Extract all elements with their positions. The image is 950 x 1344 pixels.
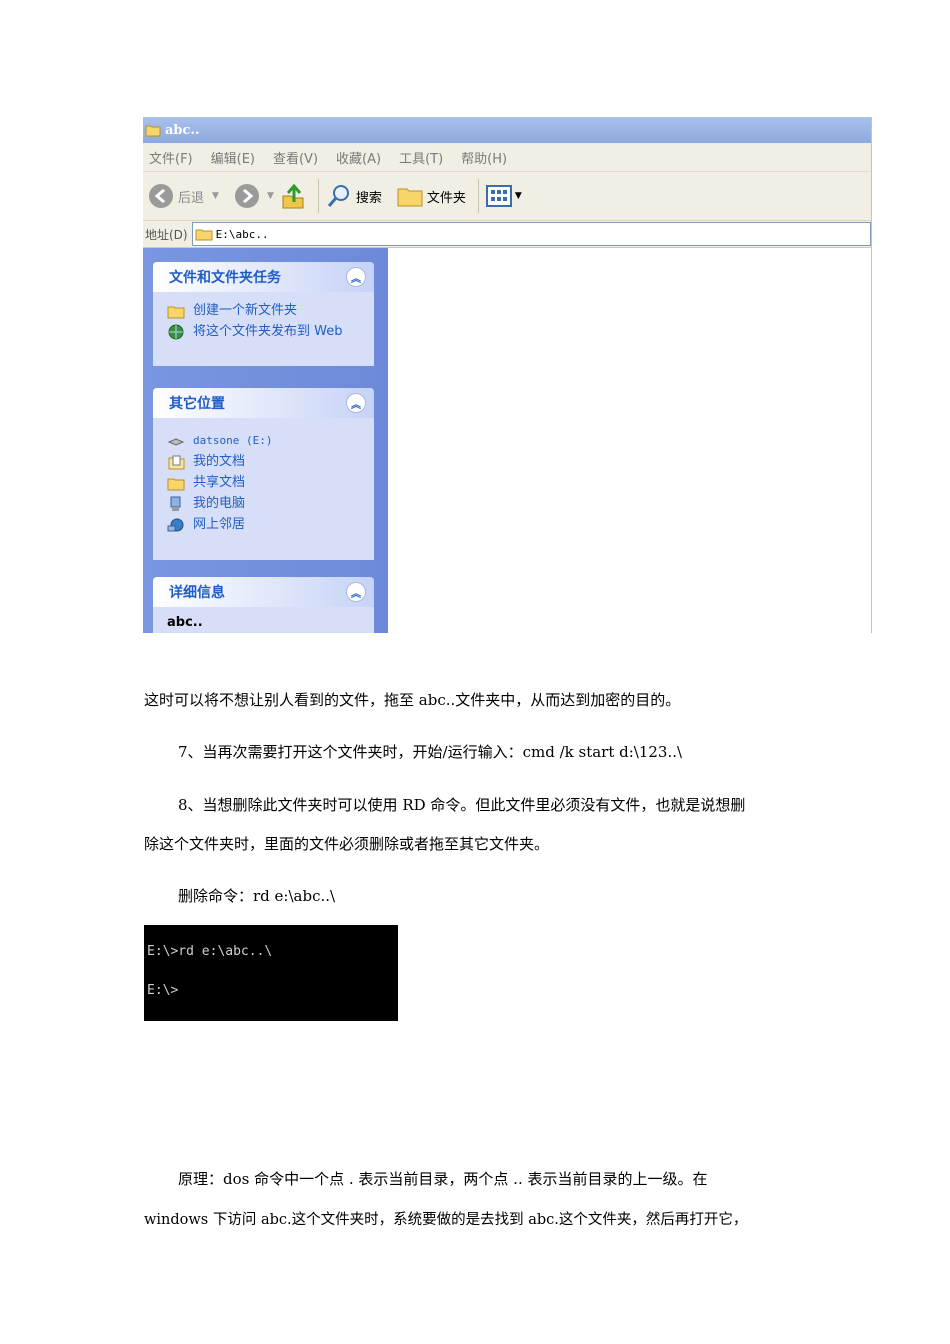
search-button[interactable]: 搜索 (325, 182, 382, 210)
up-button[interactable] (280, 182, 306, 210)
menu-file[interactable]: 文件(F) (149, 148, 193, 167)
folders-icon (397, 188, 423, 207)
panel-title: 详细信息 (169, 585, 225, 601)
back-arrow-icon (149, 184, 173, 208)
doc-paragraph: 原理：dos 命令中一个点 . 表示当前目录，两个点 .. 表示当前目录的上一级… (178, 1170, 708, 1188)
doc-paragraph: windows 下访问 abc.这个文件夹时，系统要做的是去找到 abc.这个文… (144, 1212, 748, 1228)
menu-edit[interactable]: 编辑(E) (211, 148, 255, 167)
task-label: 创建一个新文件夹 (193, 303, 298, 318)
task-new-folder[interactable]: 创建一个新文件夹 (167, 303, 374, 319)
address-input[interactable]: E:\abc.. (191, 222, 871, 246)
chevron-down-icon[interactable]: ▼ (212, 191, 219, 201)
place-label: 网上邻居 (193, 517, 246, 532)
collapse-chevron-icon[interactable]: ︽ (346, 267, 366, 287)
place-network[interactable]: 网上邻居 (167, 517, 374, 533)
address-bar: 地址(D) E:\abc.. (143, 221, 871, 248)
forward-button[interactable]: ▼ (233, 182, 274, 210)
search-label: 搜索 (355, 190, 382, 206)
panel-title: 其它位置 (169, 396, 225, 412)
folders-button[interactable]: 文件夹 (396, 183, 466, 209)
doc-paragraph: 除这个文件夹时，里面的文件必须删除或者拖至其它文件夹。 (144, 835, 550, 853)
up-folder-icon (282, 183, 304, 209)
place-my-computer[interactable]: 我的电脑 (167, 496, 374, 512)
collapse-chevron-icon[interactable]: ︽ (346, 582, 366, 602)
doc-paragraph: 这时可以将不想让别人看到的文件，拖至 abc..文件夹中，从而达到加密的目的。 (144, 691, 681, 709)
place-label: 我的文档 (193, 454, 246, 469)
explorer-window: abc.. 文件(F) 编辑(E) 查看(V) 收藏(A) 工具(T) 帮助(H… (143, 117, 872, 633)
computer-icon (170, 496, 181, 511)
menu-tools[interactable]: 工具(T) (399, 148, 443, 167)
console-window: E:\>rd e:\abc..\ E:\> (144, 925, 398, 1021)
folder-icon (195, 229, 213, 241)
panel-title: 文件和文件夹任务 (169, 270, 281, 286)
doc-paragraph: 7、当再次需要打开这个文件夹时，开始/运行输入：cmd /k start d:\… (178, 743, 683, 761)
place-label: 我的电脑 (193, 496, 246, 511)
details-name: abc.. (167, 615, 203, 630)
task-publish-web[interactable]: 将这个文件夹发布到 Web (167, 324, 374, 340)
menu-help[interactable]: 帮助(H) (461, 148, 507, 167)
doc-paragraph: 删除命令：rd e:\abc..\ (178, 887, 336, 905)
toolbar-separator (317, 179, 319, 213)
task-label: 将这个文件夹发布到 Web (193, 324, 343, 339)
collapse-chevron-icon[interactable]: ︽ (346, 393, 366, 413)
details-panel-header[interactable]: 详细信息 ︽ (153, 577, 374, 607)
task-pane: 文件和文件夹任务 ︽ 创建一个新文件夹 将这个文件夹发布到 Web 其它位置 ︽… (143, 248, 388, 633)
title-bar: abc.. (143, 117, 871, 143)
new-folder-icon (167, 306, 185, 319)
network-globe-icon (167, 518, 184, 532)
address-label: 地址(D) (145, 227, 188, 242)
place-drive-e[interactable]: datsone (E:) (167, 433, 374, 449)
doc-paragraph: 8、当想删除此文件夹时可以使用 RD 命令。但此文件里必须没有文件，也就是说想删 (178, 796, 746, 814)
folder-icon (145, 125, 161, 137)
views-icon (485, 185, 512, 207)
documents-icon (168, 455, 185, 470)
menu-bar: 文件(F) 编辑(E) 查看(V) 收藏(A) 工具(T) 帮助(H) (143, 143, 871, 172)
places-panel-header[interactable]: 其它位置 ︽ (153, 388, 374, 418)
address-value: E:\abc.. (215, 227, 269, 241)
back-button[interactable]: 后退 ▼ (147, 182, 219, 210)
toolbar: 后退 ▼ ▼ 搜索 文件夹 ▼ (143, 172, 871, 221)
console-line: E:\> (147, 983, 179, 998)
details-panel: 详细信息 ︽ abc.. (153, 577, 374, 633)
views-button[interactable]: ▼ (485, 184, 522, 208)
tasks-panel: 文件和文件夹任务 ︽ 创建一个新文件夹 将这个文件夹发布到 Web (153, 262, 374, 366)
place-label: datsone (E:) (193, 434, 273, 447)
globe-icon (168, 324, 184, 340)
chevron-down-icon[interactable]: ▼ (267, 191, 274, 201)
window-title: abc.. (165, 122, 200, 138)
toolbar-separator (477, 179, 479, 213)
drive-icon (167, 438, 185, 446)
console-line: E:\>rd e:\abc..\ (147, 944, 273, 959)
place-shared-documents[interactable]: 共享文档 (167, 475, 374, 491)
place-label: 共享文档 (193, 475, 246, 490)
back-label: 后退 (178, 190, 205, 206)
search-icon (327, 185, 349, 207)
places-panel: 其它位置 ︽ datsone (E:) 我的文档 共享文档 我的电脑 网上邻居 (153, 388, 374, 560)
tasks-panel-header[interactable]: 文件和文件夹任务 ︽ (153, 262, 374, 292)
place-my-documents[interactable]: 我的文档 (167, 454, 374, 470)
folders-label: 文件夹 (426, 190, 466, 206)
file-list-area[interactable] (388, 248, 871, 633)
chevron-down-icon[interactable]: ▼ (515, 191, 522, 201)
menu-favorites[interactable]: 收藏(A) (336, 148, 381, 167)
menu-view[interactable]: 查看(V) (273, 148, 318, 167)
forward-arrow-icon (234, 184, 259, 208)
folder-icon (167, 478, 185, 491)
